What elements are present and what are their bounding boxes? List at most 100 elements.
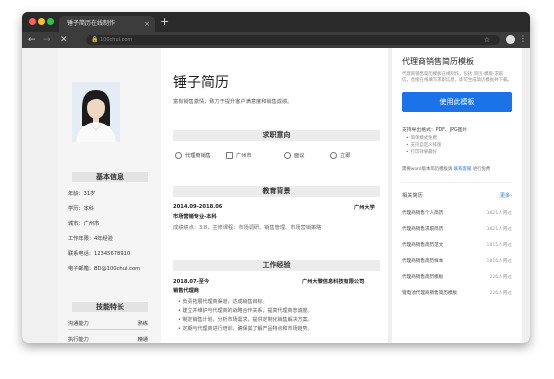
related-resume-count: 1815人用过	[486, 243, 512, 248]
medal-icon	[175, 152, 182, 159]
url-text: 100chui.com	[100, 37, 133, 43]
experience-bullet: • 建立并维护与代理商的战略合作关系，提高代理商忠诚度。	[178, 308, 313, 314]
resume-intro: 富有销售激情，致力于提升客户满意度和销售成绩。	[173, 99, 293, 105]
related-resume-count: 226人用过	[489, 275, 512, 280]
template-description: 代理商销售简历模板在线制作，包括:简历-模版-求职信，直接在线填写求职信息，即可…	[402, 72, 512, 83]
related-resume-item[interactable]: 锂电池代理商销售简历模板 226人用过	[402, 290, 512, 296]
related-resume-name: 代理商销售简历模板	[402, 275, 444, 280]
related-resume-item[interactable]: 代理商销售简历样本 1816人用过	[402, 258, 512, 264]
resume-preview: 基本信息 年龄：31岁 学历：本科 城市：广州市 工作年限：4年经验 联系电话：…	[58, 48, 388, 343]
intent-position: 代理商销售	[175, 152, 211, 159]
related-resume-count: 3821人用过	[486, 227, 512, 232]
resume-name: 锤子简历	[173, 75, 229, 91]
related-resume-name: 代理商销售个人简历	[402, 211, 444, 216]
intent-salary-text: 面议	[294, 153, 305, 159]
prompt-text: 需要word版本简历模板请	[402, 167, 453, 172]
building-icon	[226, 152, 233, 159]
resume-left-column: 基本信息 年龄：31岁 学历：本科 城市：广州市 工作年限：4年经验 联系电话：…	[58, 48, 161, 343]
related-resume-name: 代理商销售简历样本	[402, 259, 444, 264]
related-resume-count: 3821人用过	[486, 211, 512, 216]
education-school: 广州大学	[354, 205, 375, 211]
intent-availability: 立即	[330, 152, 350, 159]
skills-header: 技能特长	[72, 302, 148, 312]
education-date: 2014.09-2018.06	[173, 204, 223, 210]
education-courses: 成绩绩点：3.8，主修课程：市场调研、销售管理、市场营销策略	[173, 225, 322, 231]
browser-toolbar: ← → ✕ 🔒 100chui.com ☆ ⋮	[22, 32, 530, 48]
intent-position-text: 代理商销售	[185, 153, 211, 159]
experience-bullet: • 负责拓展代理商渠道，达成销售目标。	[178, 299, 268, 305]
job-intent-header: 求职意向	[173, 130, 380, 141]
related-resumes-title: 相关简历	[402, 193, 423, 199]
more-link[interactable]: 更多›	[500, 192, 512, 199]
browser-tab[interactable]: 锤子简历在线制作 ×	[59, 16, 155, 32]
new-tab-button[interactable]: +	[160, 16, 169, 28]
related-resume-name: 锂电池代理商销售简历模板	[402, 291, 458, 296]
related-resume-count: 226人用过	[489, 291, 512, 296]
support-item: 打印效果最好	[406, 149, 437, 155]
portrait-image	[72, 82, 120, 142]
related-resume-item[interactable]: 代理商销售简历模板 226人用过	[402, 274, 512, 280]
maximize-window-button[interactable]	[47, 18, 54, 25]
related-resume-item[interactable]: 代理商销售简历范文 1815人用过	[402, 242, 512, 248]
info-email: 电子邮箱：BD@100chui.com	[68, 266, 141, 272]
support-item: 简单模式免费	[406, 135, 437, 141]
money-icon	[284, 152, 291, 159]
template-title: 代理商销售简历模板	[402, 57, 474, 66]
skill-item: 执行能力 精通	[68, 336, 148, 343]
back-button[interactable]: ←	[28, 34, 36, 46]
skill-name: 沟通能力	[68, 321, 89, 327]
lock-icon: 🔒	[91, 36, 99, 43]
clock-icon	[330, 152, 337, 159]
intent-city: 广州市	[226, 152, 252, 159]
tab-close-icon[interactable]: ×	[144, 16, 150, 32]
divider	[402, 182, 512, 183]
page-viewport: 基本信息 年龄：31岁 学历：本科 城市：广州市 工作年限：4年经验 联系电话：…	[22, 48, 530, 343]
use-template-button[interactable]: 使用此模板	[402, 92, 512, 112]
export-format-text: 支持导出格式：PDF、JPG图片	[402, 128, 468, 133]
basic-info-header: 基本信息	[72, 172, 148, 182]
skill-level: 熟练	[137, 321, 148, 327]
related-resume-item[interactable]: 代理商销售求职简历 3821人用过	[402, 226, 512, 232]
skill-name: 执行能力	[68, 337, 89, 343]
address-bar[interactable]: 🔒 100chui.com ☆	[86, 35, 500, 45]
profile-avatar-icon[interactable]	[506, 35, 515, 44]
skill-divider	[68, 329, 148, 330]
skill-level: 精通	[137, 337, 148, 343]
forward-button[interactable]: →	[43, 34, 51, 46]
template-side-panel: 代理商销售简历模板 代理商销售简历模板在线制作，包括:简历-模版-求职信，直接在…	[392, 48, 522, 343]
experience-position: 销售代理商	[173, 288, 199, 294]
experience-bullet: • 定期与代理商进行培训，确保其了解产品特点和市场趋势。	[178, 326, 313, 332]
minimize-window-button[interactable]	[38, 18, 45, 25]
experience-date: 2018.07-至今	[173, 279, 210, 285]
browser-window: 锤子简历在线制作 × + ← → ✕ 🔒 100chui.com ☆ ⋮ 基本信…	[22, 12, 530, 343]
bookmark-star-icon[interactable]: ☆	[484, 35, 490, 45]
related-resume-item[interactable]: 代理商销售个人简历 3821人用过	[402, 210, 512, 216]
education-major: 市场营销专业-本科	[173, 214, 217, 220]
stop-loading-button[interactable]: ✕	[60, 34, 68, 46]
related-resume-name: 代理商销售求职简历	[402, 227, 444, 232]
prompt-text-end: 进行免费	[472, 167, 491, 172]
intent-city-text: 广州市	[236, 153, 252, 159]
info-age: 年龄：31岁	[68, 191, 96, 197]
education-header: 教育背景	[173, 186, 380, 197]
intent-availability-text: 立即	[340, 153, 351, 159]
skill-item: 沟通能力 熟练	[68, 320, 148, 330]
experience-company: 广州大黎信息科技有限公司	[302, 279, 365, 285]
browser-menu-icon[interactable]: ⋮	[519, 33, 527, 45]
info-education: 学历：本科	[68, 206, 94, 212]
close-window-button[interactable]	[29, 18, 36, 25]
word-version-prompt: 需要word版本简历模板请 联系客服 进行免费	[402, 166, 490, 172]
info-experience-years: 工作年限：4年经验	[68, 236, 113, 242]
contact-service-link[interactable]: 联系客服	[454, 167, 472, 172]
experience-bullet: • 制定销售计划，分析市场需求，提供定制化销售解决方案。	[178, 317, 313, 323]
related-resume-count: 1816人用过	[486, 259, 512, 264]
support-item: 支持自定义排版	[406, 142, 442, 148]
tab-title: 锤子简历在线制作	[67, 20, 116, 27]
title-bar: 锤子简历在线制作 × +	[22, 12, 530, 32]
intent-salary: 面议	[284, 152, 304, 159]
experience-header: 工作经验	[173, 260, 380, 271]
info-city: 城市：广州市	[68, 221, 100, 227]
profile-photo	[72, 82, 120, 142]
info-phone: 联系电话：12345678910	[68, 251, 131, 257]
related-resume-name: 代理商销售简历范文	[402, 243, 444, 248]
